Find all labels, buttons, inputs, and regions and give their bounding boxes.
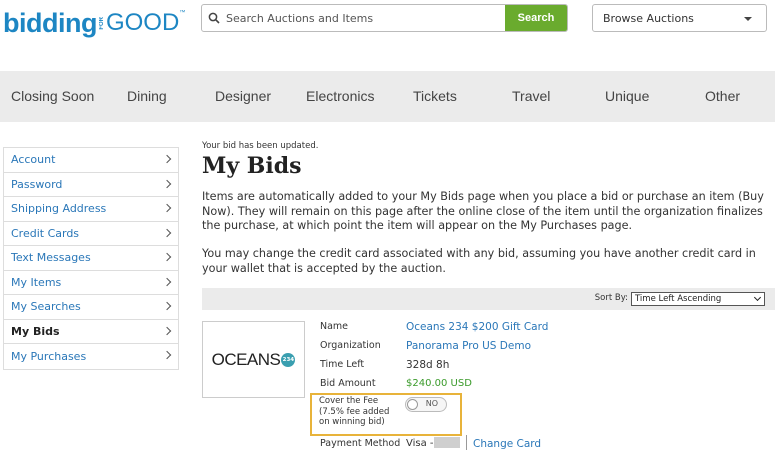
time-left-value: 328d 8h xyxy=(406,359,450,371)
logo-bidding-text: bidding xyxy=(3,8,97,38)
sidebar-item-password[interactable]: Password xyxy=(4,173,178,197)
chevron-right-icon xyxy=(162,154,172,164)
sort-bar: Sort By: Time Left Ascending xyxy=(202,288,775,310)
logo-trademark: ™ xyxy=(179,10,186,16)
category-unique[interactable]: Unique xyxy=(605,88,649,104)
sidebar-item-label: Credit Cards xyxy=(11,226,80,240)
category-other[interactable]: Other xyxy=(705,88,740,104)
caret-down-icon xyxy=(744,17,752,21)
time-left-label: Time Left xyxy=(320,359,365,370)
search-input[interactable] xyxy=(226,5,505,31)
payment-method-label: Payment Method xyxy=(320,438,401,449)
account-sidebar: Account Password Shipping Address Credit… xyxy=(3,147,179,370)
chevron-right-icon xyxy=(162,252,172,262)
sidebar-item-my-bids[interactable]: My Bids xyxy=(4,320,178,344)
chevron-right-icon xyxy=(162,350,172,360)
sidebar-item-credit-cards[interactable]: Credit Cards xyxy=(4,222,178,246)
chevron-right-icon xyxy=(162,277,172,286)
browse-auctions-dropdown[interactable]: Browse Auctions xyxy=(592,4,767,32)
category-tickets[interactable]: Tickets xyxy=(413,88,457,104)
name-label: Name xyxy=(320,321,349,332)
site-logo[interactable]: bidding FOR GOOD ™ xyxy=(3,4,185,38)
cover-fee-toggle[interactable]: NO xyxy=(405,397,447,412)
organization-link[interactable]: Panorama Pro US Demo xyxy=(406,340,531,352)
sidebar-item-shipping-address[interactable]: Shipping Address xyxy=(4,197,178,222)
sidebar-item-label: Password xyxy=(11,177,63,191)
sort-select[interactable]: Time Left Ascending xyxy=(631,292,765,306)
search-button[interactable]: Search xyxy=(505,5,567,31)
category-dining[interactable]: Dining xyxy=(127,88,167,104)
cover-fee-label-line: (7.5% fee added xyxy=(319,406,390,417)
cover-fee-label: Cover the Fee (7.5% fee added on winning… xyxy=(319,396,389,428)
oceans-logo-text: OCEANS xyxy=(211,349,281,369)
bid-amount-label: Bid Amount xyxy=(320,378,376,389)
chevron-right-icon xyxy=(162,228,172,237)
cover-fee-label-line: Cover the Fee xyxy=(319,396,379,406)
chevron-right-icon xyxy=(162,326,172,335)
item-thumbnail[interactable]: OCEANS 234 xyxy=(202,321,305,398)
page-title: My Bids xyxy=(202,153,302,179)
search-icon xyxy=(202,5,226,31)
bid-updated-notice: Your bid has been updated. xyxy=(202,141,319,151)
sidebar-item-label: Shipping Address xyxy=(11,202,107,216)
cover-fee-label-line: on winning bid) xyxy=(319,417,385,427)
oceans-logo-badge: 234 xyxy=(281,352,296,367)
chevron-right-icon xyxy=(162,203,172,213)
sidebar-item-label: My Bids xyxy=(11,324,60,338)
sidebar-item-label: Account xyxy=(11,153,56,167)
card-number-redacted xyxy=(434,437,460,448)
organization-label: Organization xyxy=(320,340,381,351)
chevron-right-icon xyxy=(162,301,172,311)
chevron-down-icon xyxy=(753,293,762,302)
logo-for-text: FOR xyxy=(98,17,105,30)
toggle-state-text: NO xyxy=(425,399,438,408)
sidebar-item-label: My Searches xyxy=(11,300,81,314)
sidebar-item-account[interactable]: Account xyxy=(4,148,178,173)
bid-amount-value: $240.00 USD xyxy=(406,378,472,389)
sidebar-item-label: Text Messages xyxy=(11,251,91,265)
intro-paragraph: Items are automatically added to your My… xyxy=(202,190,764,233)
category-closing-soon[interactable]: Closing Soon xyxy=(11,88,94,104)
item-name-link[interactable]: Oceans 234 $200 Gift Card xyxy=(406,321,548,333)
category-travel[interactable]: Travel xyxy=(512,88,550,104)
sidebar-item-text-messages[interactable]: Text Messages xyxy=(4,246,178,271)
sidebar-item-my-searches[interactable]: My Searches xyxy=(4,295,178,320)
category-nav: Closing Soon Dining Designer Electronics… xyxy=(0,71,775,122)
divider xyxy=(466,435,467,450)
sort-selected-value: Time Left Ascending xyxy=(635,294,722,304)
chevron-right-icon xyxy=(162,179,172,188)
toggle-knob xyxy=(407,399,418,410)
category-designer[interactable]: Designer xyxy=(215,88,271,104)
change-card-link[interactable]: Change Card xyxy=(473,438,541,450)
payment-method-value: Visa - xyxy=(406,438,434,449)
sort-label: Sort By: xyxy=(594,293,628,303)
sidebar-item-label: My Purchases xyxy=(11,349,87,363)
credit-card-paragraph: You may change the credit card associate… xyxy=(202,247,756,275)
category-electronics[interactable]: Electronics xyxy=(306,88,374,104)
sidebar-item-my-items[interactable]: My Items xyxy=(4,271,178,295)
logo-good-text: GOOD xyxy=(105,9,180,36)
search-bar: Search xyxy=(201,4,568,32)
sidebar-item-my-purchases[interactable]: My Purchases xyxy=(4,344,178,369)
sidebar-item-label: My Items xyxy=(11,275,62,289)
browse-auctions-label: Browse Auctions xyxy=(603,11,694,25)
